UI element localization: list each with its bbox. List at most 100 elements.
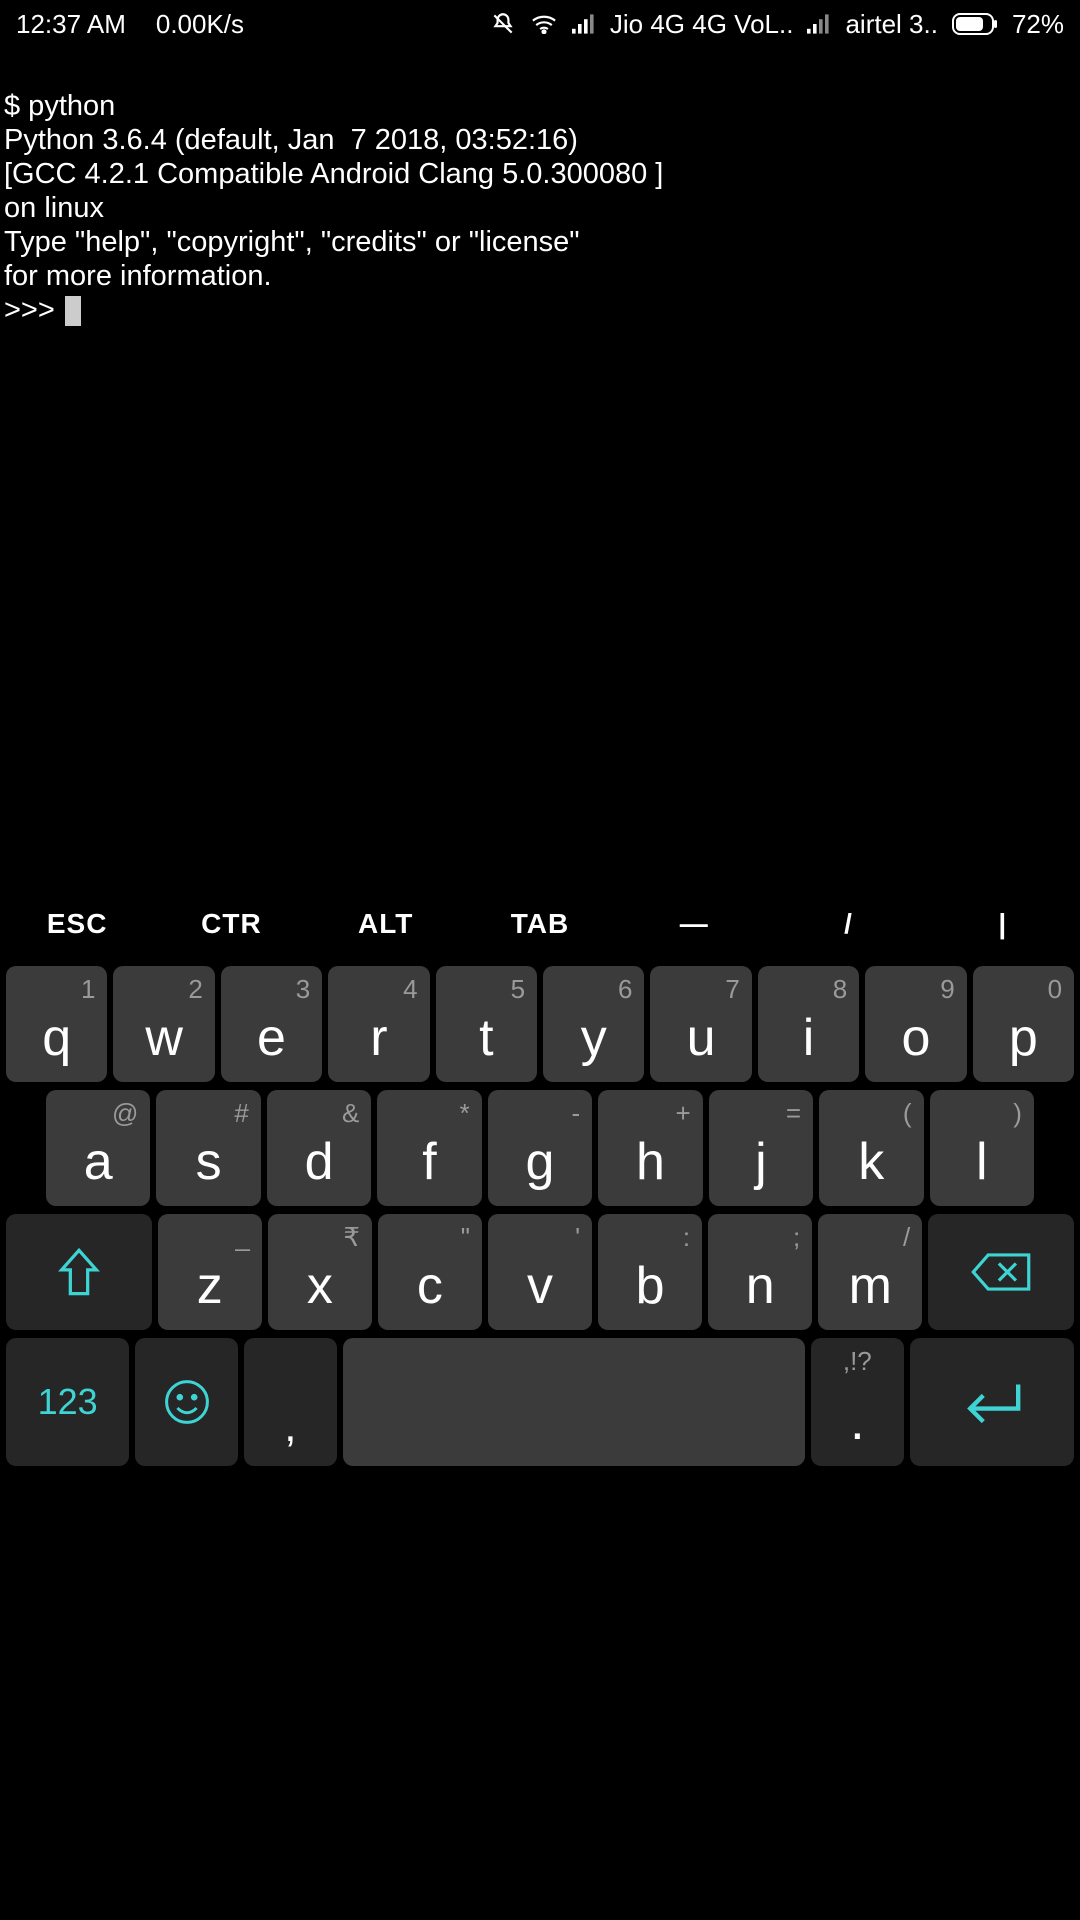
key-o[interactable]: 9o <box>865 966 966 1082</box>
key-i[interactable]: 8i <box>758 966 859 1082</box>
key-alt[interactable]: ALT <box>309 892 463 956</box>
keyboard-row-3: _z₹x"c'v:b;n/m <box>4 1214 1076 1330</box>
key-b[interactable]: :b <box>598 1214 702 1330</box>
numswitch-label: 123 <box>38 1381 98 1423</box>
key-g[interactable]: -g <box>488 1090 592 1206</box>
terminal-line: Python 3.6.4 (default, Jan 7 2018, 03:52… <box>4 124 578 156</box>
shift-icon <box>56 1246 102 1298</box>
key-hint: * <box>460 1098 470 1129</box>
mute-icon <box>490 11 516 37</box>
key-e[interactable]: 3e <box>221 966 322 1082</box>
terminal-line: Type "help", "copyright", "credits" or "… <box>4 226 580 258</box>
key-label: w <box>145 1008 183 1068</box>
key-slash[interactable]: / <box>771 892 925 956</box>
key-hint: # <box>234 1098 248 1129</box>
key-label: g <box>526 1132 555 1192</box>
key-x[interactable]: ₹x <box>268 1214 372 1330</box>
key-hint: @ <box>112 1098 138 1129</box>
key-label: e <box>257 1008 286 1068</box>
key-label: r <box>370 1008 387 1068</box>
key-m[interactable]: /m <box>818 1214 922 1330</box>
key-comma[interactable]: , <box>244 1338 337 1466</box>
key-label: z <box>197 1256 223 1316</box>
key-ctrl[interactable]: CTR <box>154 892 308 956</box>
extra-key-row: ESC CTR ALT TAB — / | <box>0 892 1080 956</box>
key-numswitch[interactable]: 123 <box>6 1338 129 1466</box>
key-enter[interactable] <box>910 1338 1074 1466</box>
key-label: y <box>581 1008 607 1068</box>
terminal-cursor <box>65 296 81 326</box>
key-tab[interactable]: TAB <box>463 892 617 956</box>
key-t[interactable]: 5t <box>436 966 537 1082</box>
key-k[interactable]: (k <box>819 1090 923 1206</box>
key-label: j <box>755 1132 767 1192</box>
key-d[interactable]: &d <box>267 1090 371 1206</box>
terminal-line: $ python <box>4 90 115 122</box>
key-hint: 9 <box>940 974 954 1005</box>
backspace-icon <box>969 1250 1033 1294</box>
key-z[interactable]: _z <box>158 1214 262 1330</box>
smiley-icon <box>163 1378 211 1426</box>
key-hint: 0 <box>1048 974 1062 1005</box>
key-label: v <box>527 1256 553 1316</box>
keyboard-row-2: @a#s&d*f-g+h=j(k)l <box>4 1090 1076 1206</box>
terminal-line: on linux <box>4 192 104 224</box>
key-esc[interactable]: ESC <box>0 892 154 956</box>
battery-icon <box>952 13 998 35</box>
key-hint: & <box>342 1098 359 1129</box>
key-c[interactable]: "c <box>378 1214 482 1330</box>
keyboard-row-4: 123 , ,!? . <box>4 1338 1076 1466</box>
signal-icon-1 <box>572 14 596 34</box>
key-label: f <box>422 1132 436 1192</box>
key-period[interactable]: ,!? . <box>811 1338 904 1466</box>
terminal-output[interactable]: $ python Python 3.6.4 (default, Jan 7 20… <box>0 48 1080 335</box>
key-label: n <box>746 1256 775 1316</box>
key-y[interactable]: 6y <box>543 966 644 1082</box>
key-hint: 4 <box>403 974 417 1005</box>
key-l[interactable]: )l <box>930 1090 1034 1206</box>
key-pipe[interactable]: | <box>926 892 1080 956</box>
key-emoji[interactable] <box>135 1338 238 1466</box>
terminal-line: [GCC 4.2.1 Compatible Android Clang 5.0.… <box>4 158 663 190</box>
key-label: c <box>417 1256 443 1316</box>
key-label: p <box>1009 1008 1038 1068</box>
key-f[interactable]: *f <box>377 1090 481 1206</box>
key-hint: - <box>572 1098 581 1129</box>
key-hint: 1 <box>81 974 95 1005</box>
key-hint: ; <box>793 1222 800 1253</box>
status-network-2: airtel 3.. <box>845 9 938 40</box>
key-hint: 3 <box>296 974 310 1005</box>
key-s[interactable]: #s <box>156 1090 260 1206</box>
key-shift[interactable] <box>6 1214 152 1330</box>
key-j[interactable]: =j <box>709 1090 813 1206</box>
key-dash[interactable]: — <box>617 892 771 956</box>
key-v[interactable]: 'v <box>488 1214 592 1330</box>
key-label: i <box>803 1008 815 1068</box>
key-r[interactable]: 4r <box>328 966 429 1082</box>
key-label: b <box>636 1256 665 1316</box>
key-space[interactable] <box>343 1338 805 1466</box>
key-label: s <box>196 1132 222 1192</box>
key-hint: ' <box>575 1222 580 1253</box>
status-battery: 72% <box>1012 9 1064 40</box>
terminal-prompt: >>> <box>4 294 63 326</box>
comma-label: , <box>284 1402 296 1452</box>
key-label: m <box>849 1256 892 1316</box>
key-w[interactable]: 2w <box>113 966 214 1082</box>
key-label: l <box>976 1132 988 1192</box>
key-label: k <box>858 1132 884 1192</box>
period-label: . <box>850 1392 864 1452</box>
key-a[interactable]: @a <box>46 1090 150 1206</box>
key-backspace[interactable] <box>928 1214 1074 1330</box>
signal-icon-2 <box>807 14 831 34</box>
key-hint: : <box>683 1222 690 1253</box>
key-label: t <box>479 1008 493 1068</box>
key-u[interactable]: 7u <box>650 966 751 1082</box>
key-hint: = <box>786 1098 801 1129</box>
key-q[interactable]: 1q <box>6 966 107 1082</box>
key-p[interactable]: 0p <box>973 966 1074 1082</box>
enter-icon <box>956 1378 1028 1426</box>
key-h[interactable]: +h <box>598 1090 702 1206</box>
key-n[interactable]: ;n <box>708 1214 812 1330</box>
key-hint: " <box>461 1222 470 1253</box>
